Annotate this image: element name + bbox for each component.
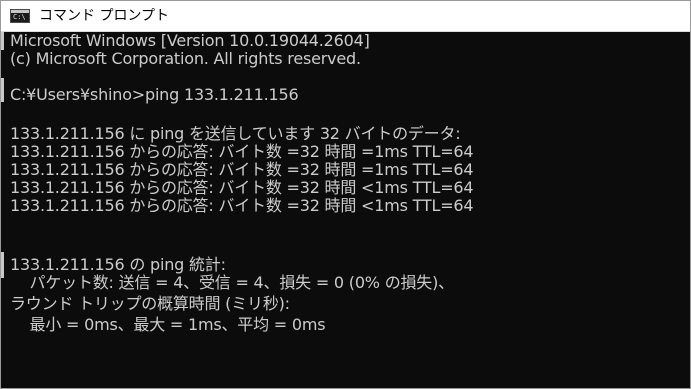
console-left-marker	[1, 32, 4, 50]
console-command-line: C:¥Users¥shino>ping 133.1.211.156	[10, 85, 299, 104]
title-bar[interactable]: C:\ コマンド プロンプト	[1, 1, 690, 32]
console-line: Microsoft Windows [Version 10.0.19044.26…	[10, 32, 370, 50]
console-line: ラウンド トリップの概算時間 (ミリ秒):	[10, 294, 290, 313]
console-line: 133.1.211.156 に ping を送信しています 32 バイトのデータ…	[10, 124, 461, 143]
console-line: 133.1.211.156 からの応答: バイト数 =32 時間 =1ms TT…	[10, 160, 474, 179]
console-line: 133.1.211.156 からの応答: バイト数 =32 時間 <1ms TT…	[10, 178, 474, 197]
console-line: パケット数: 送信 = 4、受信 = 4、損失 = 0 (0% の損失)、	[10, 273, 455, 292]
console-left-marker	[1, 252, 4, 278]
console-line: (c) Microsoft Corporation. All rights re…	[10, 49, 361, 68]
console-left-marker	[1, 78, 4, 102]
command-prompt-window[interactable]: C:\ コマンド プロンプト Microsoft Windows [Versio…	[0, 0, 691, 389]
console-line: 133.1.211.156 からの応答: バイト数 =32 時間 =1ms TT…	[10, 142, 474, 161]
window-title: コマンド プロンプト	[39, 8, 170, 24]
console-line: 133.1.211.156 の ping 統計:	[10, 255, 226, 274]
console-line: 133.1.211.156 からの応答: バイト数 =32 時間 <1ms TT…	[10, 196, 474, 215]
cmd-icon: C:\	[10, 9, 30, 23]
console-line: 最小 = 0ms、最大 = 1ms、平均 = 0ms	[10, 315, 326, 334]
cmd-icon-glyph: C:\	[13, 13, 26, 21]
console-output[interactable]: Microsoft Windows [Version 10.0.19044.26…	[1, 32, 690, 388]
